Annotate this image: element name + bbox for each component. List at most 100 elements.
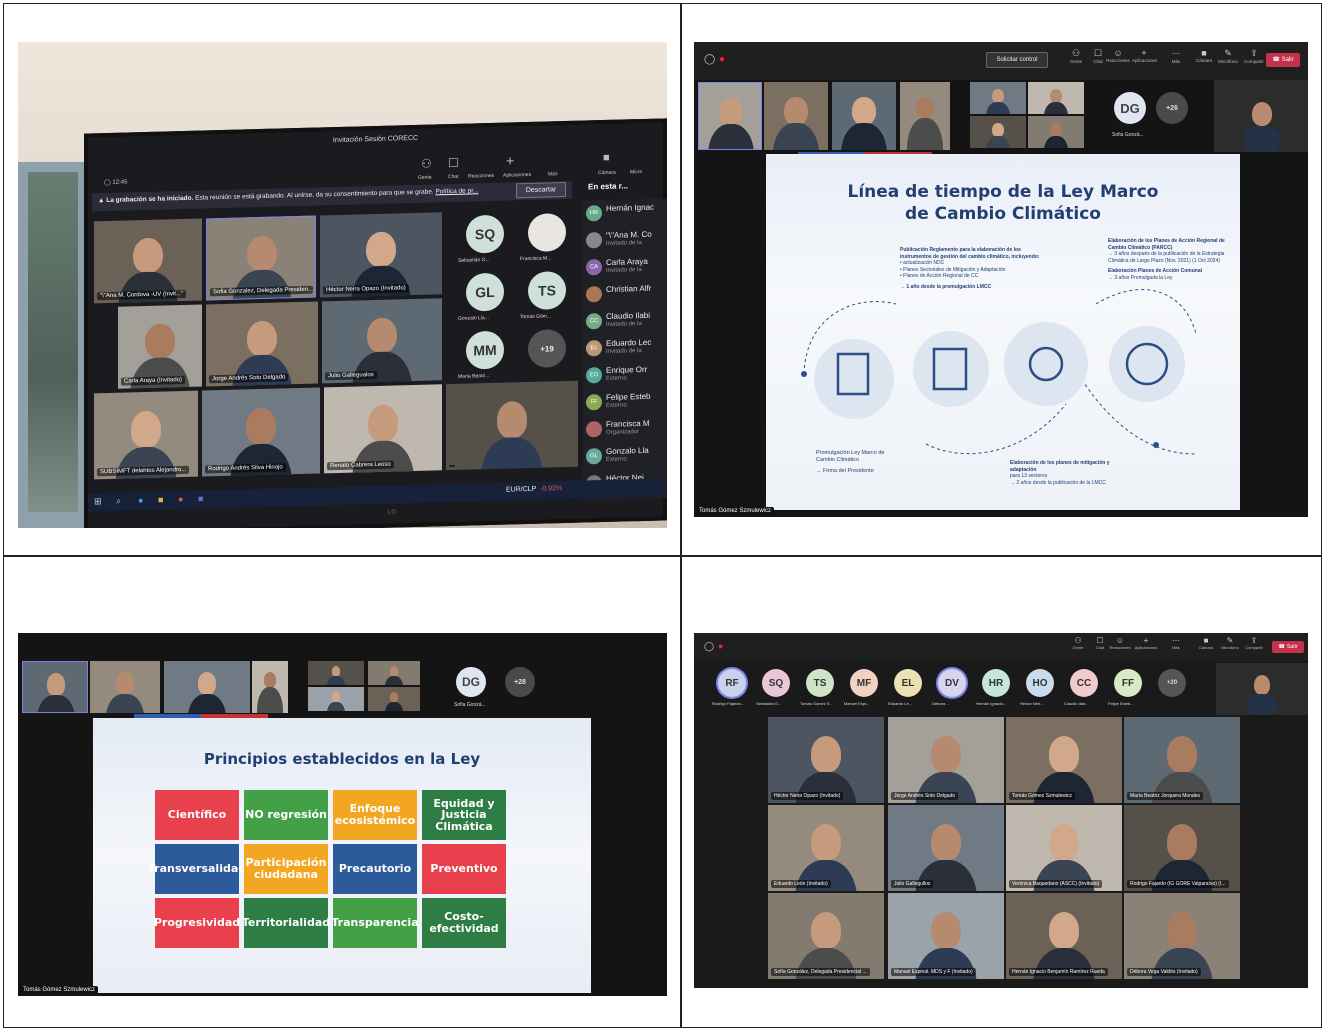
video-tile[interactable] xyxy=(970,82,1026,114)
participant-row[interactable]: Francisca M Organizador xyxy=(583,414,667,443)
video-tile[interactable]: Verónica Baquedano (ASCC) (Invitado) xyxy=(1006,805,1122,891)
toolbar-button[interactable]: ✎ Micrófono xyxy=(1218,636,1242,660)
windows-icon[interactable]: ⊞ xyxy=(94,496,102,507)
participant-row[interactable]: EO Enrique Orr Externo xyxy=(583,360,667,389)
edge-icon[interactable]: ● xyxy=(138,495,143,505)
video-tile[interactable]: SUBSIMFT delahtos Alejandro... xyxy=(94,390,198,480)
participant-avatar[interactable] xyxy=(528,213,566,253)
toolbar-button[interactable]: ■ Cámara xyxy=(1194,636,1218,660)
video-tile[interactable] xyxy=(90,661,160,713)
video-tile[interactable] xyxy=(368,687,420,711)
search-icon[interactable]: ⌕ xyxy=(116,496,121,507)
video-tile[interactable] xyxy=(446,380,578,471)
toolbar-more[interactable]: Más xyxy=(548,171,557,177)
participant-row[interactable]: "\"Ana M. Co Invitado de la xyxy=(583,225,667,254)
video-tile[interactable]: Manuel Espinal. MDS y F (Invitado) xyxy=(888,893,1004,979)
participant-row[interactable]: GL Gonzalo Lla Externo xyxy=(583,441,667,470)
participant-avatar[interactable]: +19 xyxy=(528,329,566,369)
video-tile[interactable]: Tomás Gómez Szmulewicz xyxy=(1006,717,1122,803)
video-tile[interactable]: Héctor Neira Opazo (Invitado) xyxy=(768,717,884,803)
video-tile[interactable] xyxy=(22,661,88,713)
video-tile[interactable] xyxy=(970,116,1026,148)
overflow-count[interactable]: +26 xyxy=(1156,92,1188,124)
participant-row[interactable]: CA Carla Araya Invitado de la xyxy=(583,252,667,281)
toolbar-button[interactable]: ☺ Reacciones xyxy=(1108,636,1132,660)
toolbar-camera[interactable]: Cámara xyxy=(598,170,616,176)
participant-avatar[interactable]: +20 xyxy=(1158,669,1186,697)
toolbar-button[interactable]: ⋯ Más xyxy=(1164,48,1188,76)
toolbar-button[interactable]: + Aplicaciones xyxy=(1132,48,1157,76)
overflow-count[interactable]: +28 xyxy=(505,667,535,697)
video-tile[interactable]: Eduardo León (Invitado) xyxy=(768,805,884,891)
dismiss-button[interactable]: Descartar xyxy=(516,182,566,199)
video-tile[interactable] xyxy=(900,82,950,150)
toolbar-button[interactable]: ⇪ Compartir xyxy=(1242,48,1266,76)
toolbar-button[interactable]: ⋯ Más xyxy=(1164,636,1188,660)
video-tile[interactable] xyxy=(368,661,420,685)
video-tile[interactable]: Débora Vega Valdés (Invitado) xyxy=(1124,893,1240,979)
video-tile[interactable]: "\"Ana M. Cordova -UV (Invit..." xyxy=(94,218,202,304)
video-tile[interactable]: Julio Gallegullos xyxy=(888,805,1004,891)
video-tile[interactable] xyxy=(1028,82,1084,114)
toolbar-button[interactable]: ✎ Micrófono xyxy=(1216,48,1240,76)
participant-row[interactable]: Christian Alfr xyxy=(583,279,667,308)
participant-avatar[interactable]: GL xyxy=(466,272,504,312)
participant-avatar[interactable]: FF xyxy=(1114,669,1142,697)
participant-row[interactable]: EL Eduardo Lec Invitado de la xyxy=(583,333,667,362)
toolbar-button[interactable]: ☺ Reacciones xyxy=(1106,48,1130,76)
participant-avatar[interactable]: TS xyxy=(806,669,834,697)
video-tile[interactable]: Rodrigo Andrés Silva Hinojo xyxy=(202,387,320,477)
participant-row[interactable]: FF Felipe Esteb Externo xyxy=(583,387,667,416)
video-tile[interactable] xyxy=(164,661,250,713)
toolbar-apps[interactable]: Aplicaciones xyxy=(503,172,531,179)
video-tile[interactable] xyxy=(1028,116,1084,148)
toolbar-reactions[interactable]: Reacciones xyxy=(468,173,494,180)
toolbar-button[interactable]: ⚇ Gente xyxy=(1064,48,1088,76)
video-tile[interactable] xyxy=(252,661,288,713)
toolbar-button[interactable]: ■ Cámara xyxy=(1192,48,1216,76)
participant-avatar[interactable]: RF xyxy=(718,669,746,697)
video-tile[interactable]: Sofia Gonzalez, Delegada Presiden... xyxy=(206,215,316,301)
video-tile[interactable] xyxy=(308,687,364,711)
participant-avatar[interactable]: EL xyxy=(894,669,922,697)
video-tile[interactable] xyxy=(832,82,896,150)
video-tile[interactable]: Hernán Ignacio Benjamín Ramírez Rueda xyxy=(1006,893,1122,979)
participant-avatar[interactable]: HR xyxy=(982,669,1010,697)
toolbar-button[interactable]: ⚇ Gente xyxy=(1066,636,1090,660)
participant-avatar[interactable]: SQ xyxy=(466,214,504,254)
teams-icon[interactable]: ■ xyxy=(198,494,203,504)
video-tile[interactable]: Carla Araya (Invitado) xyxy=(118,304,202,389)
video-tile[interactable]: Sofía González, Delegada Presidencial ..… xyxy=(768,893,884,979)
video-tile[interactable]: Jorge Andrés Soto Delgado xyxy=(888,717,1004,803)
participant-avatar[interactable]: TS xyxy=(528,271,566,311)
folder-icon[interactable]: ■ xyxy=(158,495,163,505)
principle-cell: Precautorio xyxy=(333,844,417,894)
participant-row[interactable]: CC Claudio Ilabi Invitado de la xyxy=(583,306,667,335)
video-tile[interactable]: Julio Gallegualos xyxy=(322,298,442,384)
video-tile[interactable]: Renato Cabrera Leoso xyxy=(324,384,442,474)
video-tile[interactable]: Rodrigo Fajardo (IG GORE Valparaíso) (I.… xyxy=(1124,805,1240,891)
video-tile[interactable]: Jorge Andrés Soto Delgado xyxy=(206,301,318,387)
video-tile[interactable] xyxy=(308,661,364,685)
request-control-button[interactable]: Solicitar control xyxy=(986,52,1048,68)
participant-avatar[interactable]: SQ xyxy=(762,669,790,697)
toolbar-button[interactable]: + Aplicaciones xyxy=(1134,636,1158,660)
privacy-link[interactable]: Política de pr... xyxy=(435,187,478,195)
participant-avatar[interactable]: CC xyxy=(1070,669,1098,697)
toolbar-people[interactable]: Gente xyxy=(418,175,432,181)
video-tile[interactable]: Héctor Neira Opazo (Invitado) xyxy=(320,212,442,298)
participant-avatar[interactable]: HO xyxy=(1026,669,1054,697)
participant-avatar[interactable]: MF xyxy=(850,669,878,697)
toolbar-chat[interactable]: Chat xyxy=(448,174,459,180)
participant-avatar[interactable]: DV xyxy=(938,669,966,697)
video-tile[interactable]: María Beatriz Jorquera Morales xyxy=(1124,717,1240,803)
chrome-icon[interactable]: ● xyxy=(178,494,183,504)
video-tile[interactable] xyxy=(764,82,828,150)
video-tile[interactable] xyxy=(698,82,762,150)
toolbar-mic[interactable]: Micro xyxy=(630,169,642,175)
toolbar-button[interactable]: ⇪ Compartir xyxy=(1242,636,1266,660)
participant-avatar[interactable]: MM xyxy=(466,330,504,370)
leave-button[interactable]: ☎ Salir xyxy=(1272,641,1304,653)
participant-row[interactable]: HR Hernán Ignac xyxy=(583,198,667,226)
leave-button[interactable]: ☎ Salir xyxy=(1266,53,1300,67)
